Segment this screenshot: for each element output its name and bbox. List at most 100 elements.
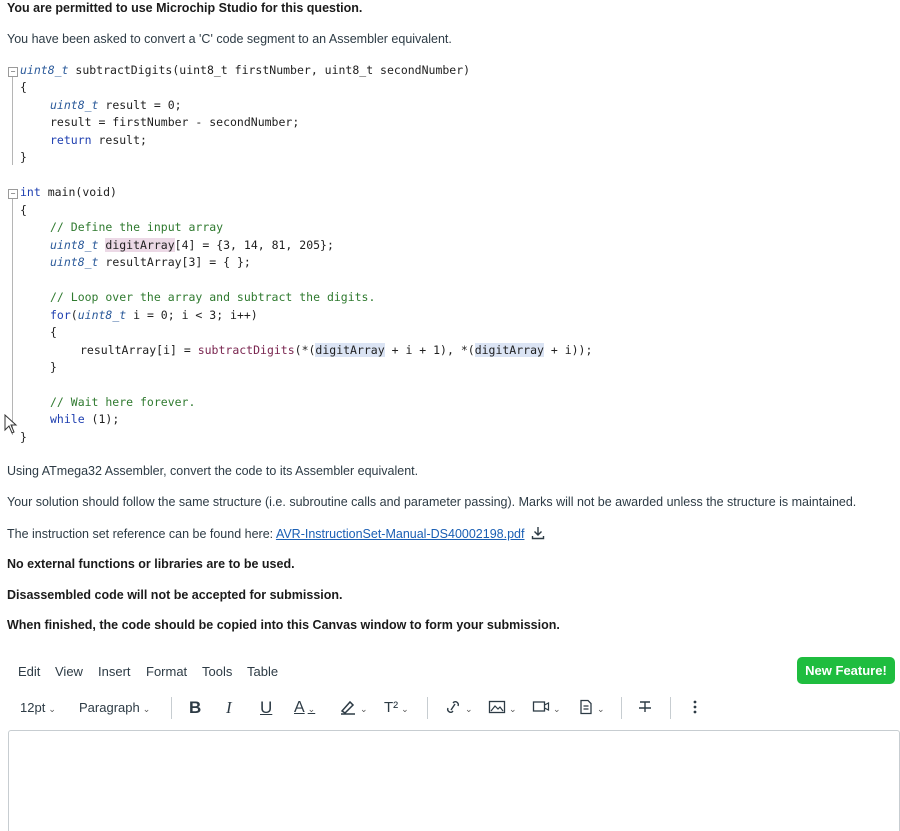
clear-format-icon [639,701,651,712]
superscript-label: T² [384,699,399,716]
code-fn-name: subtractDigits [75,63,173,77]
code-fn-params: (uint8_t firstNumber, uint8_t secondNumb… [172,63,471,77]
code-line: } [50,360,57,374]
code-keyword: int [20,185,41,199]
text-color-button[interactable]: A ⌄ [294,698,315,718]
question-intro: You have been asked to convert a 'C' cod… [7,32,452,46]
chevron-down-icon: ⌄ [401,704,409,714]
italic-button[interactable]: I [226,698,232,718]
image-button[interactable]: ⌄ [488,698,517,718]
menu-insert[interactable]: Insert [98,664,131,679]
block-format-select[interactable]: Paragraph ⌄ [79,698,150,718]
code-keyword: return [50,133,92,147]
highlight-color-button[interactable]: ⌄ [339,698,368,718]
collapse-icon: − [8,189,18,199]
toolbar-divider [621,697,622,719]
chevron-down-icon: ⌄ [48,704,56,714]
code-line: { [20,80,27,94]
code-line: resultArray[i] = [80,343,198,357]
code-identifier: digitArray [474,343,544,357]
rule-no-external: No external functions or libraries are t… [7,557,295,571]
code-line: + i + 1), *( [384,343,475,357]
code-line: resultArray[3] = { }; [98,255,251,269]
code-line: [4] = {3, 14, 81, 205}; [174,238,334,252]
code-line: (*( [294,343,316,357]
menu-view[interactable]: View [55,664,83,679]
code-identifier: digitArray [315,343,385,357]
download-icon[interactable] [531,526,545,540]
text-color-label: A [294,699,305,716]
code-line: { [50,325,57,339]
chevron-down-icon: ⌄ [509,704,517,714]
font-size-value: 12pt [20,700,46,715]
chevron-down-icon: ⌄ [465,704,473,714]
clear-format-button[interactable] [637,698,653,718]
rule-copy-to-canvas: When finished, the code should be copied… [7,618,560,632]
font-size-select[interactable]: 12pt ⌄ [20,698,56,718]
mouse-pointer-icon [4,414,18,434]
code-line: + i)); [543,343,593,357]
code-comment: // Define the input array [50,220,224,234]
instruction-structure: Your solution should follow the same str… [7,495,857,509]
more-button[interactable] [690,698,700,718]
code-type: uint8_t [50,98,99,112]
instruction-reference: The instruction set reference can be fou… [7,526,545,542]
bold-button[interactable]: B [189,698,201,718]
code-type: uint8_t [77,308,127,322]
menu-format[interactable]: Format [146,664,187,679]
document-button[interactable]: ⌄ [578,698,605,718]
highlighter-icon [340,700,355,715]
fold-guide [12,77,13,165]
code-line: } [20,150,27,164]
code-line: result = firstNumber - secondNumber; [50,115,300,129]
code-line: (1); [84,412,120,426]
chevron-down-icon: ⌄ [597,704,605,714]
rule-no-disassembled: Disassembled code will not be accepted f… [7,588,343,602]
rich-text-editor-body[interactable] [8,730,900,831]
media-icon [532,701,550,712]
instruction-convert: Using ATmega32 Assembler, convert the co… [7,464,419,478]
chevron-down-icon: ⌄ [360,704,368,714]
block-format-value: Paragraph [79,700,140,715]
code-fn-type: uint8_t [20,63,69,77]
menu-edit[interactable]: Edit [18,664,40,679]
chevron-down-icon: ⌄ [553,704,561,714]
more-icon [693,700,697,714]
code-identifier: digitArray [105,238,175,252]
menu-tools[interactable]: Tools [202,664,232,679]
code-line: result; [91,133,147,147]
reference-prefix: The instruction set reference can be fou… [7,527,274,541]
code-comment: // Wait here forever. [50,395,196,409]
toolbar-divider [427,697,428,719]
code-function: subtractDigits [197,343,295,357]
collapse-icon: − [8,67,18,77]
code-line: main(void) [40,185,117,199]
code-keyword: for [50,308,71,322]
code-line: } [20,430,27,444]
reference-link[interactable]: AVR-InstructionSet-Manual-DS40002198.pdf [276,527,525,541]
question-permission: You are permitted to use Microchip Studi… [7,1,363,15]
new-feature-button[interactable]: New Feature! [797,657,895,684]
toolbar-divider [670,697,671,719]
code-type: uint8_t [50,255,99,269]
fold-guide [12,199,13,435]
toolbar-divider [171,697,172,719]
editor-menubar: Edit View Insert Format Tools Table [0,660,900,684]
menu-table[interactable]: Table [247,664,278,679]
code-line: i = 0; i < 3; i++) [126,308,258,322]
code-line: ( [70,308,78,322]
code-listing: − uint8_t subtractDigits(uint8_t firstNu… [8,62,648,452]
image-icon [488,700,506,714]
editor-toolbar: 12pt ⌄ Paragraph ⌄ B I U A ⌄ ⌄ T² ⌄ ⌄ ⌄ ⌄ ⌄ [0,694,900,722]
code-comment: // Loop over the array and subtract the … [50,290,376,304]
link-button[interactable]: ⌄ [444,698,473,718]
document-icon [580,699,592,715]
code-line: result = 0; [98,98,182,112]
code-type: uint8_t [50,238,99,252]
media-button[interactable]: ⌄ [532,698,561,718]
code-keyword: while [50,412,85,426]
code-line: { [20,203,27,217]
chevron-down-icon: ⌄ [142,704,151,714]
underline-button[interactable]: U [260,698,272,718]
superscript-button[interactable]: T² ⌄ [384,698,409,718]
